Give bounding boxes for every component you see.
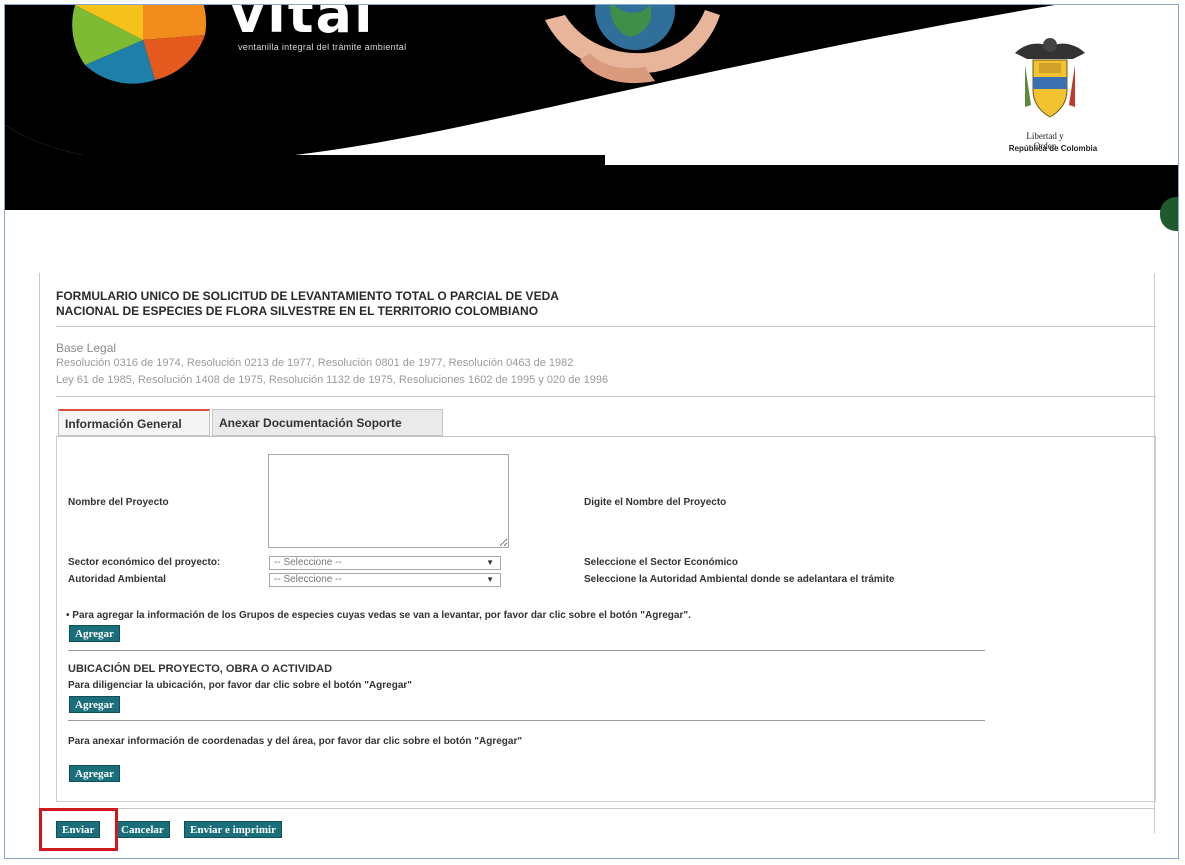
tab-anexar-documentacion[interactable]: Anexar Documentación Soporte	[212, 409, 443, 436]
dropdown-arrow-icon: ▼	[486, 558, 494, 567]
add-coordinates-button[interactable]: Agregar	[69, 765, 120, 782]
add-location-button[interactable]: Agregar	[69, 696, 120, 713]
header-banner: vital ventanilla integral del trámite am…	[5, 4, 1178, 210]
form-title-line-2: NACIONAL DE ESPECIES DE FLORA SILVESTRE …	[56, 304, 539, 318]
authority-label: Autoridad Ambiental	[68, 574, 166, 585]
authority-select-value: -- Seleccione --	[274, 574, 342, 585]
coordinates-note: Para anexar información de coordenadas y…	[68, 736, 523, 747]
sector-label: Sector económico del proyecto:	[68, 557, 221, 568]
colombia-crest-icon	[1015, 38, 1085, 118]
legal-basis-heading: Base Legal	[56, 341, 117, 355]
divider	[68, 650, 985, 651]
divider	[68, 720, 985, 721]
sector-help: Seleccione el Sector Económico	[584, 557, 738, 568]
logo-wordmark: vital	[230, 4, 375, 45]
authority-help: Seleccione la Autoridad Ambiental donde …	[584, 574, 895, 585]
project-name-input[interactable]	[268, 454, 509, 548]
logo-tagline: ventanilla integral del trámite ambienta…	[238, 42, 407, 52]
legal-basis-line-2: Ley 61 de 1985, Resolución 1408 de 1975,…	[56, 374, 609, 386]
add-species-group-button[interactable]: Agregar	[69, 625, 120, 642]
send-button-highlight	[39, 808, 118, 851]
location-note: Para diligenciar la ubicación, por favor…	[68, 680, 413, 691]
legal-basis-line-1: Resolución 0316 de 1974, Resolución 0213…	[56, 357, 574, 369]
sector-select-value: -- Seleccione --	[274, 557, 342, 568]
project-name-label: Nombre del Proyecto	[68, 497, 169, 508]
species-groups-note: • Para agregar la información de los Gru…	[66, 610, 691, 621]
divider	[56, 396, 1156, 397]
crest-country: República de Colombia	[1008, 144, 1098, 153]
location-section-title: UBICACIÓN DEL PROYECTO, OBRA O ACTIVIDAD	[68, 663, 333, 675]
form-title-line-1: FORMULARIO UNICO DE SOLICITUD DE LEVANTA…	[56, 289, 559, 303]
form-title: FORMULARIO UNICO DE SOLICITUD DE LEVANTA…	[56, 289, 559, 319]
dropdown-arrow-icon: ▼	[486, 575, 494, 584]
send-and-print-button[interactable]: Enviar e imprimir	[184, 821, 282, 838]
sector-select[interactable]: -- Seleccione -- ▼	[269, 556, 501, 570]
project-name-help: Digite el Nombre del Proyecto	[584, 497, 727, 508]
authority-select[interactable]: -- Seleccione -- ▼	[269, 573, 501, 587]
banner-graphic	[5, 5, 1178, 210]
side-help-tab[interactable]	[1160, 197, 1178, 231]
divider	[56, 326, 1156, 327]
cancel-button[interactable]: Cancelar	[115, 821, 170, 838]
divider	[40, 808, 1155, 809]
tab-informacion-general[interactable]: Información General	[58, 409, 210, 436]
